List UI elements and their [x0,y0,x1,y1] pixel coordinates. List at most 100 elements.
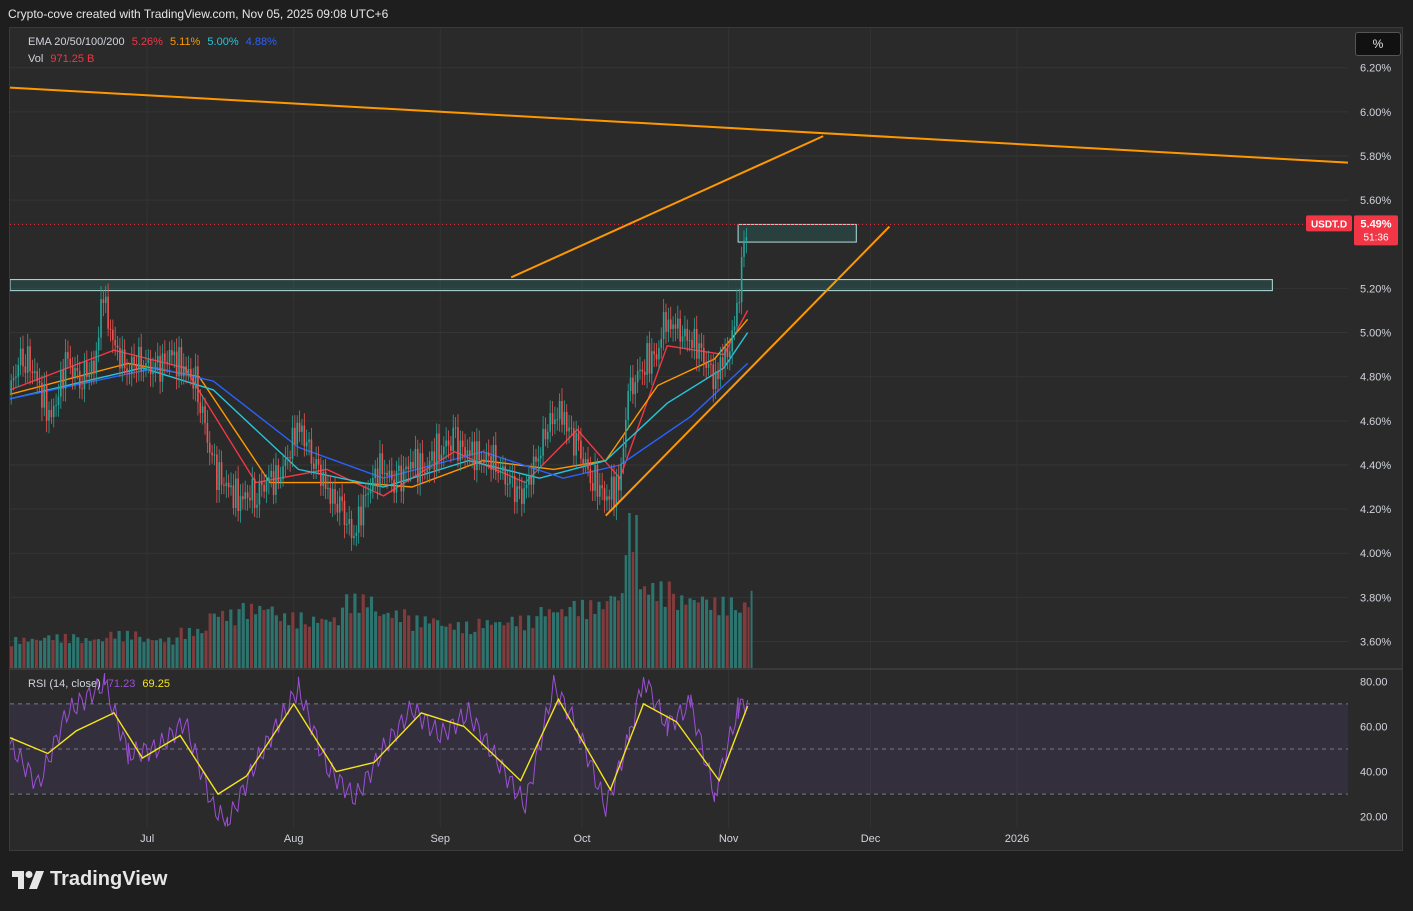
candle-body [596,464,599,497]
candle-body [242,496,244,500]
candle-body [476,441,478,471]
volume-bar [96,639,101,668]
candle-body [625,419,627,448]
volume-bar [465,621,469,668]
volume-bar [216,616,220,668]
candle-body [294,427,296,445]
candle-body [693,328,696,348]
breakout-zone[interactable] [737,223,857,243]
candle-body [471,441,473,456]
candle-body [156,355,159,363]
candle-body [369,490,372,494]
volume-bar [92,639,96,668]
candle-body [216,454,218,490]
rsi-tick-label: 20.00 [1360,812,1388,824]
wedge-lower-trendline[interactable] [605,225,891,517]
candle-body [530,476,533,485]
candle-body [672,324,674,330]
candle-body [695,328,698,359]
volume-bar [642,586,647,668]
vol-legend[interactable]: Vol 971.25 B [28,53,98,65]
price-chart[interactable]: 6.20% 6.00% 5.80% 5.60% 5.20% 5.00% 4.80% 4.60%… [10,28,1402,850]
candle-body [591,483,594,491]
candle-body [34,371,36,374]
volume-bar [572,600,576,668]
candle-body [669,319,672,330]
candle-body [648,343,651,374]
candle-body [440,454,443,460]
date-tick-label: Nov [719,833,739,845]
candle-body [286,457,289,460]
volume-bar [179,627,183,668]
volume-bar [423,616,427,668]
candle-body [71,365,74,378]
candle-body [504,466,507,485]
candle-body [651,351,653,374]
candle-body [480,459,483,461]
candle-body [627,390,629,420]
volume-bar [593,613,597,668]
volume-bar [154,640,158,668]
ema-legend[interactable]: EMA 20/50/100/200 5.26% 5.11% 5.00% 4.88… [28,36,281,48]
volume-bar [415,615,419,668]
candle-body [121,349,124,369]
rsi-legend[interactable]: RSI (14, close) 71.23 69.25 [28,678,174,690]
candle-body [416,448,419,483]
ema-line [10,310,749,497]
candle-body [355,532,358,536]
candle-body [483,459,485,463]
candle-body [145,363,147,371]
candle-body [537,458,540,462]
volume-bar [605,601,609,668]
volume-bar [163,642,167,668]
wedge-upper-trendline[interactable] [510,135,824,279]
candle-body [487,452,490,457]
volume-bar [597,601,601,668]
price-tick-label: 4.40% [1360,460,1391,472]
tradingview-logo[interactable]: TradingView [12,868,167,891]
candle-body [296,422,299,445]
candle-body [646,343,648,375]
candle-body [310,439,313,464]
candle-body [90,360,93,376]
volume-bar [332,617,336,668]
candle-body [459,440,462,461]
volume-bar [502,625,506,668]
candle-body [667,319,670,332]
candle-body [511,475,514,478]
volume-bar [750,590,753,668]
candle-body [731,330,733,352]
percent-scale-button[interactable]: % [1355,32,1401,56]
candle-body [268,477,270,482]
candle-body [31,371,34,374]
candle-body [190,368,192,377]
candle-body [360,506,362,526]
candle-body [277,465,280,482]
last-price: 5.49% [1360,218,1391,230]
volume-bar [175,637,179,668]
ema-line [10,318,749,488]
candle-body [641,369,644,372]
volume-bar [651,582,655,668]
volume-bar [311,616,316,668]
candle-body [494,444,497,473]
candle-body [636,370,639,383]
candle-body [154,362,157,371]
ema-50-value: 5.11% [169,36,201,48]
volume-bar [589,600,593,668]
candle-body [69,358,72,366]
candle-body [45,384,48,421]
volume-bar [510,616,514,668]
descending-trendline[interactable] [10,86,1349,164]
volume-bar [700,596,705,668]
candle-body [199,402,202,413]
candle-body [78,370,81,389]
candle-body [38,380,41,383]
candle-body [192,376,195,389]
rsi-tick-label: 60.00 [1360,721,1388,733]
candle-body [577,433,580,441]
resistance-zone[interactable] [10,279,1273,292]
candle-body [681,336,684,342]
volume-bar [527,615,531,668]
candle-body [201,406,204,413]
